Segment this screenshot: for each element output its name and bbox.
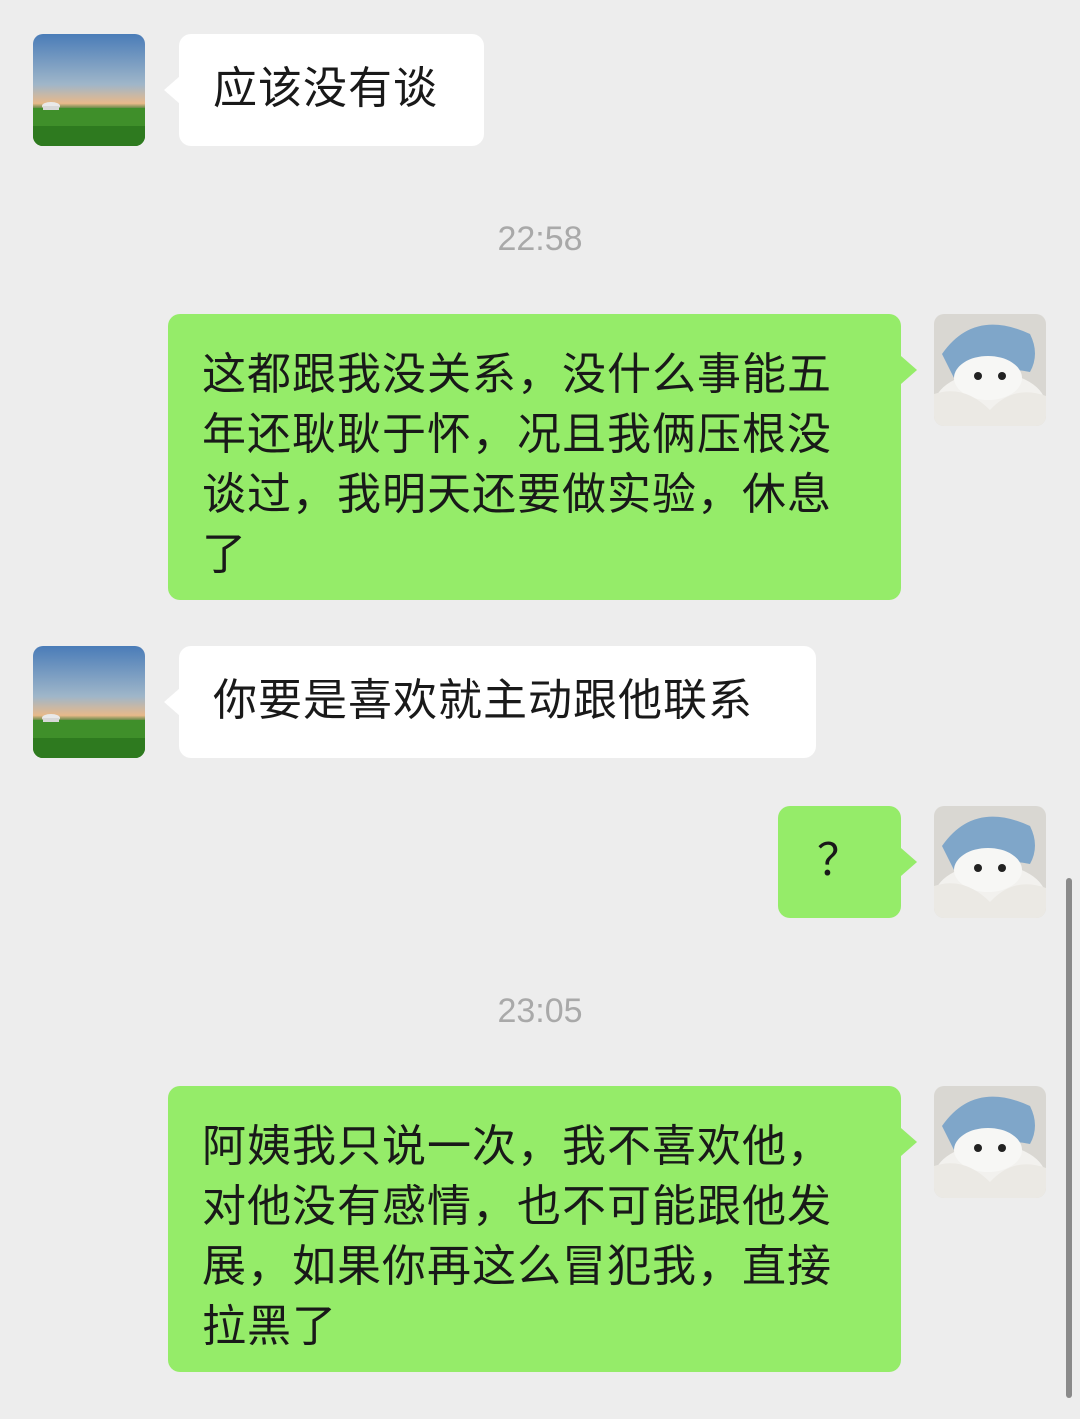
user-avatar[interactable] bbox=[934, 1086, 1046, 1198]
grassland-landscape-icon bbox=[33, 646, 145, 758]
bubble-tail bbox=[901, 1128, 917, 1156]
message-timestamp: 22:58 bbox=[497, 220, 583, 258]
contact-avatar[interactable] bbox=[33, 34, 145, 146]
bubble-tail bbox=[164, 76, 180, 104]
bubble-tail bbox=[164, 688, 180, 716]
message-text: 这都跟我没关系，没什么事能五年还耿耿于怀，况且我俩压根没谈过，我明天还要做实验，… bbox=[202, 349, 832, 580]
bubble-tail bbox=[901, 848, 917, 876]
scrollbar[interactable] bbox=[1066, 878, 1072, 1398]
message-bubble-received[interactable]: 应该没有谈 bbox=[179, 34, 484, 146]
user-avatar[interactable] bbox=[934, 314, 1046, 426]
message-text: 应该没有谈 bbox=[213, 63, 438, 114]
message-bubble-sent[interactable]: 阿姨我只说一次，我不喜欢他，对他没有感情，也不可能跟他发展，如果你再这么冒犯我，… bbox=[168, 1086, 901, 1372]
chat-message-list[interactable]: 应该没有谈 22:58 这都跟我没关系，没什么事能五年还耿耿于怀，况且我俩压根没… bbox=[0, 0, 1080, 1419]
message-bubble-received[interactable]: 你要是喜欢就主动跟他联系 bbox=[179, 646, 816, 758]
message-text: 阿姨我只说一次，我不喜欢他，对他没有感情，也不可能跟他发展，如果你再这么冒犯我，… bbox=[202, 1121, 832, 1352]
message-text: 你要是喜欢就主动跟他联系 bbox=[213, 675, 753, 726]
message-timestamp: 23:05 bbox=[497, 992, 583, 1030]
grassland-landscape-icon bbox=[33, 34, 145, 146]
message-bubble-sent[interactable]: 这都跟我没关系，没什么事能五年还耿耿于怀，况且我俩压根没谈过，我明天还要做实验，… bbox=[168, 314, 901, 600]
message-bubble-sent[interactable]: ？ bbox=[778, 806, 901, 918]
user-avatar[interactable] bbox=[934, 806, 1046, 918]
contact-avatar[interactable] bbox=[33, 646, 145, 758]
message-text: ？ bbox=[817, 835, 862, 886]
bubble-tail bbox=[901, 356, 917, 384]
shark-plush-icon bbox=[934, 314, 1046, 426]
shark-plush-icon bbox=[934, 806, 1046, 918]
shark-plush-icon bbox=[934, 1086, 1046, 1198]
